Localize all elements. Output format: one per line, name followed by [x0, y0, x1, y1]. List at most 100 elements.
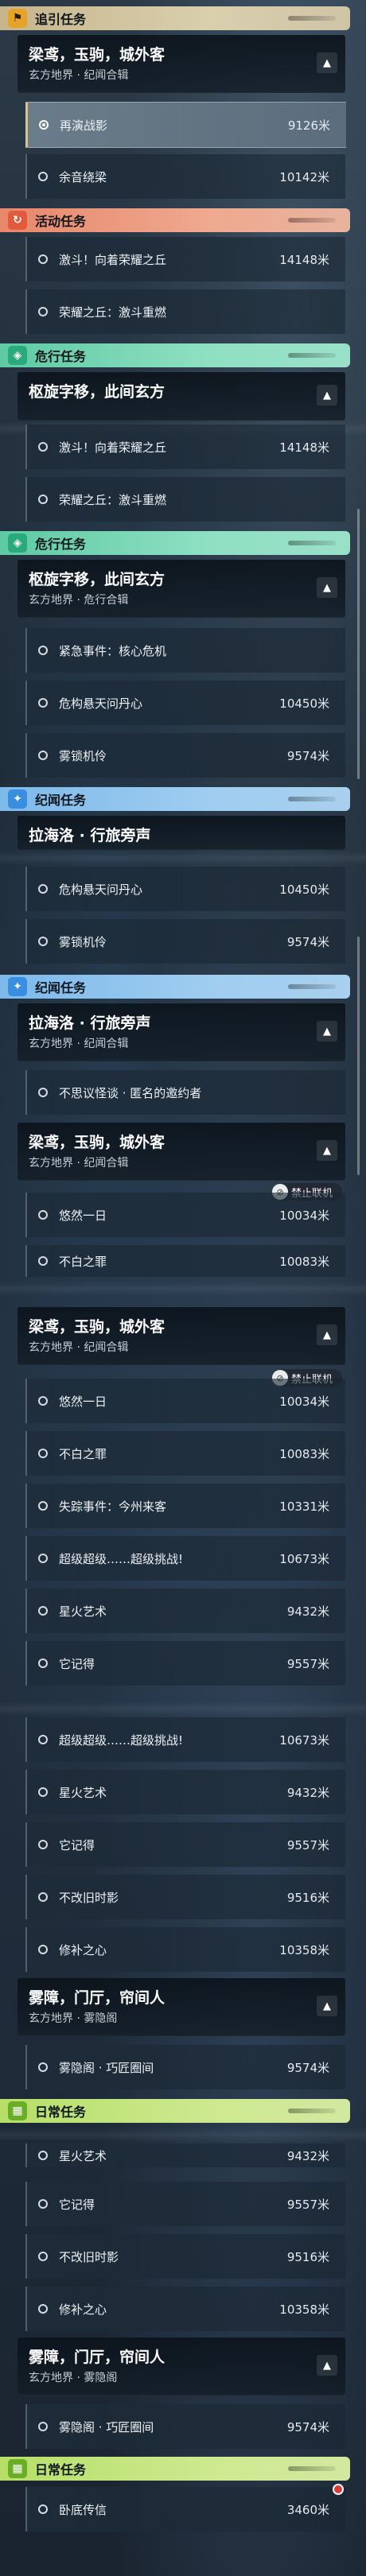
collapse-icon[interactable]: ▲	[317, 577, 337, 598]
header-danger[interactable]: ◈ 危行任务	[0, 531, 350, 555]
task-distance: 10358米	[279, 2302, 329, 2317]
task-distance: 10450米	[279, 696, 329, 711]
scrollbar[interactable]	[357, 937, 360, 1175]
mission-lahai[interactable]: 拉海洛 · 行旅旁声	[18, 816, 345, 850]
header-daily[interactable]: ▦ 日常任务	[0, 2457, 350, 2481]
task-taji[interactable]: 它记得 9557米	[25, 1822, 345, 1867]
task-wuyin[interactable]: 雾隐阁 · 巧匠圈间 9574米	[25, 2404, 345, 2449]
task-rehearse[interactable]: 再演战影 9126米	[25, 102, 346, 148]
task-youran[interactable]: 悠然一日 10034米	[25, 1379, 345, 1423]
task-taji[interactable]: 它记得 9557米	[25, 2182, 345, 2226]
collapse-icon[interactable]: ▲	[317, 1996, 337, 2016]
task-weihang[interactable]: 危构悬天问丹心 10450米	[25, 681, 345, 725]
mission-title: 梁鸢，玉驹，城外客	[29, 1134, 165, 1151]
radio-icon	[38, 1554, 48, 1563]
task-yuyin[interactable]: 余音绕梁 10142米	[25, 154, 345, 199]
task-bugai[interactable]: 不改旧时影 9516米	[25, 2234, 345, 2279]
task-name: 它记得	[59, 2197, 95, 2212]
task-distance: 9557米	[286, 1837, 329, 1852]
task-shiyue[interactable]: 失踪事件：今州来客 10331米	[25, 1484, 345, 1528]
pin-icon: ⚑	[8, 9, 27, 28]
mission-title: 拉海洛 · 行旅旁声	[29, 827, 151, 844]
mission-wuzhang[interactable]: 雾障，门厅，帘间人 玄方地界 · 雾隐阁 ▲	[18, 2337, 345, 2396]
mission-subtitle: 玄方地界 · 纪闻合辑	[29, 69, 129, 82]
task-bukeyi[interactable]: 不思议怪谈 · 匿名的邀约者	[25, 1070, 345, 1115]
task-youran[interactable]: 悠然一日 10034米	[25, 1193, 345, 1237]
task-name: 修补之心	[59, 2302, 107, 2317]
flag-icon: ↻	[8, 211, 27, 230]
mission-liang[interactable]: 梁鸢，玉驹，城外客 玄方地界 · 纪闻合辑 ▲	[18, 1307, 345, 1365]
task-distance: 9432米	[286, 2148, 329, 2163]
task-xinghuo[interactable]: 星火艺术 9432米	[25, 2143, 345, 2167]
task-jidou2[interactable]: 荣耀之丘：激斗重燃	[25, 289, 345, 334]
header-deco	[288, 797, 336, 801]
task-distance: 10083米	[279, 1446, 329, 1461]
screenshot-divider	[0, 1282, 366, 1296]
danger-icon: ◈	[8, 346, 27, 365]
header-guide[interactable]: ⚑ 追引任务	[0, 6, 350, 30]
header-danger[interactable]: ◈ 危行任务	[0, 343, 350, 367]
task-distance: 10673米	[279, 1551, 329, 1566]
header-record[interactable]: ✦ 纪闻任务	[0, 787, 350, 811]
task-bugai[interactable]: 不改旧时影 9516米	[25, 1875, 345, 1919]
mission-title: 枢旋字移，此间玄方	[29, 571, 165, 588]
mission-xuan[interactable]: 枢旋字移，此间玄方 ▲	[18, 372, 345, 421]
radio-icon	[38, 442, 48, 452]
task-name: 超级超级……超级挑战!	[59, 1551, 184, 1566]
header-event[interactable]: ↻ 活动任务	[0, 208, 350, 232]
mission-liang[interactable]: 梁鸢，玉驹，城外客 玄方地界 · 纪闻合辑 ▲	[18, 1123, 345, 1181]
task-chaoji[interactable]: 超级超级……超级挑战! 10673米	[25, 1717, 345, 1762]
collapse-icon[interactable]: ▲	[317, 385, 337, 405]
collapse-icon[interactable]: ▲	[317, 1140, 337, 1161]
mission-subtitle: 玄方地界 · 纪闻合辑	[29, 1038, 129, 1050]
mission-xuan[interactable]: 枢旋字移，此间玄方 玄方地界 · 危行合辑 ▲	[18, 560, 345, 618]
task-name: 荣耀之丘：激斗重燃	[59, 305, 167, 320]
header-daily[interactable]: ▦ 日常任务	[0, 2099, 350, 2123]
task-wosha[interactable]: 卧底传信 3460米	[25, 2487, 345, 2531]
mission-wuzhang[interactable]: 雾障，门厅，帘间人 玄方地界 · 雾隐阁 ▲	[18, 1978, 345, 2036]
task-distance: 9432米	[286, 1604, 329, 1619]
task-name: 激斗！向着荣耀之丘	[59, 252, 167, 267]
task-jidou[interactable]: 激斗！向着荣耀之丘 14148米	[25, 425, 345, 469]
mission-subtitle: 玄方地界 · 危行合辑	[29, 594, 129, 607]
task-taji[interactable]: 它记得 9557米	[25, 1641, 345, 1686]
scrollbar[interactable]	[357, 509, 360, 779]
mission-title: 雾障，门厅，帘间人	[29, 2349, 165, 2366]
mission-lahai[interactable]: 拉海洛 · 行旅旁声 玄方地界 · 纪闻合辑 ▲	[18, 1003, 345, 1061]
task-wuyin[interactable]: 雾隐阁 · 巧匠圈间 9574米	[25, 2045, 345, 2089]
task-buzhi[interactable]: 不白之罪 10083米	[25, 1245, 345, 1277]
header-record[interactable]: ✦ 纪闻任务	[0, 975, 350, 999]
task-distance: 9574米	[286, 748, 329, 763]
task-name: 星火艺术	[59, 1785, 107, 1800]
task-chaoji[interactable]: 超级超级……超级挑战! 10673米	[25, 1536, 345, 1581]
header-deco	[288, 2466, 336, 2471]
task-xinghuo[interactable]: 星火艺术 9432米	[25, 1770, 345, 1814]
task-xiubu[interactable]: 修补之心 10358米	[25, 1927, 345, 1972]
header-danger-label: 危行任务	[35, 537, 87, 552]
radio-icon	[38, 1840, 48, 1849]
task-name: 不思议怪谈 · 匿名的邀约者	[59, 1085, 202, 1100]
header-record-label: 纪闻任务	[35, 793, 87, 808]
task-xiubu[interactable]: 修补之心 10358米	[25, 2287, 345, 2331]
task-name: 紧急事件：核心危机	[59, 643, 167, 658]
task-xinghuo[interactable]: 星火艺术 9432米	[25, 1589, 345, 1633]
task-jidou2[interactable]: 荣耀之丘：激斗重燃	[25, 477, 345, 522]
header-daily-label: 日常任务	[35, 2105, 87, 2120]
task-name: 它记得	[59, 1656, 95, 1671]
collapse-icon[interactable]: ▲	[317, 52, 337, 73]
mission-title: 梁鸢，玉驹，城外客	[29, 1318, 165, 1336]
collapse-icon[interactable]: ▲	[317, 1021, 337, 1042]
calendar-icon: ▦	[8, 2101, 27, 2120]
task-distance: 14148米	[279, 440, 329, 455]
task-jidou[interactable]: 激斗！向着荣耀之丘 14148米	[25, 237, 345, 281]
task-distance: 14148米	[279, 252, 329, 267]
task-wusuo[interactable]: 雾锁机伶 9574米	[25, 919, 345, 964]
collapse-icon[interactable]: ▲	[317, 2355, 337, 2376]
task-weihang[interactable]: 危构悬天问丹心 10450米	[25, 867, 345, 911]
task-buzhi[interactable]: 不白之罪 10083米	[25, 1431, 345, 1476]
collapse-icon[interactable]: ▲	[317, 1325, 337, 1345]
task-wusuo[interactable]: 雾锁机伶 9574米	[25, 733, 345, 778]
mission-title: 枢旋字移，此间玄方	[29, 383, 165, 401]
mission-liang[interactable]: 梁鸢，玉驹，城外客 玄方地界 · 纪闻合辑 ▲	[18, 35, 345, 93]
task-jinji[interactable]: 紧急事件：核心危机	[25, 628, 345, 673]
